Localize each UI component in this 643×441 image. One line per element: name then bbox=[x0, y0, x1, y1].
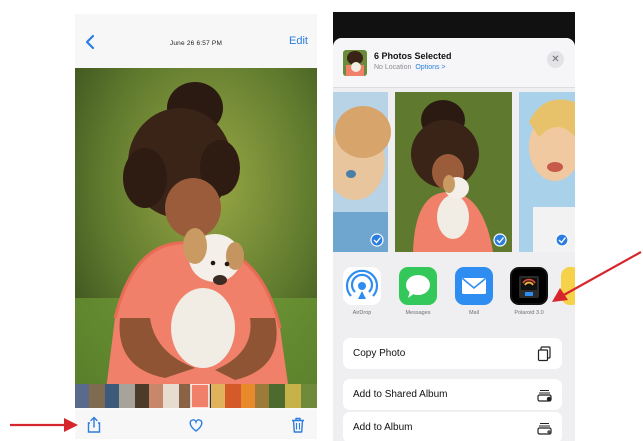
selection-thumbnail bbox=[343, 50, 367, 76]
mail-icon bbox=[455, 267, 493, 305]
annotation-arrow-icon bbox=[10, 418, 78, 432]
messages-icon bbox=[399, 267, 437, 305]
bottom-toolbar bbox=[75, 410, 317, 439]
navigation-bar: June 26 6:57 PM Edit bbox=[75, 14, 317, 68]
app-label: AirDrop bbox=[352, 310, 372, 316]
app-label: Messages bbox=[405, 310, 431, 316]
app-label: Polaroid 3.0 bbox=[514, 310, 544, 316]
action-label: Add to Shared Album bbox=[353, 389, 448, 400]
photos-viewer-screen: June 26 6:57 PM Edit bbox=[75, 14, 317, 439]
share-apps-row: AirDrop Messages Mail Polaroid 3.0 bbox=[333, 267, 575, 327]
photo-timestamp: June 26 6:57 PM bbox=[169, 40, 223, 47]
share-icon[interactable] bbox=[85, 416, 103, 434]
options-link[interactable]: Options > bbox=[415, 64, 445, 71]
location-label: No Location bbox=[374, 64, 412, 71]
shared-album-icon bbox=[537, 389, 552, 402]
heart-icon[interactable] bbox=[187, 416, 205, 434]
share-sheet-screen: 6 Photos Selected No Location Options > ✕ bbox=[333, 12, 575, 441]
album-icon bbox=[537, 422, 552, 435]
close-button[interactable]: ✕ bbox=[547, 51, 564, 68]
share-app-polaroid[interactable]: Polaroid 3.0 bbox=[508, 267, 550, 316]
copy-photo-action[interactable]: Copy Photo bbox=[343, 338, 562, 369]
add-to-album-action[interactable]: Add to Album bbox=[343, 412, 562, 441]
selected-photo[interactable] bbox=[333, 92, 391, 252]
selection-title: 6 Photos Selected bbox=[374, 51, 452, 61]
action-label: Copy Photo bbox=[353, 348, 406, 359]
app-label: Mail bbox=[468, 310, 480, 316]
main-photo bbox=[75, 68, 317, 398]
trash-icon[interactable] bbox=[289, 416, 307, 434]
selection-subtitle: No Location Options > bbox=[374, 64, 446, 71]
edit-button[interactable]: Edit bbox=[289, 35, 308, 47]
selected-photos-row[interactable] bbox=[333, 92, 575, 252]
selected-photo[interactable] bbox=[519, 92, 575, 252]
share-app-mail[interactable]: Mail bbox=[453, 267, 495, 316]
share-sheet-header: 6 Photos Selected No Location Options > ✕ bbox=[333, 38, 575, 88]
polaroid-icon bbox=[510, 267, 548, 305]
annotation-arrow-icon bbox=[552, 251, 642, 302]
action-label: Add to Album bbox=[353, 422, 413, 433]
add-to-shared-album-action[interactable]: Add to Shared Album bbox=[343, 379, 562, 410]
share-sheet: 6 Photos Selected No Location Options > ✕ bbox=[333, 38, 575, 441]
selected-photo[interactable] bbox=[395, 92, 512, 252]
copy-icon bbox=[537, 346, 551, 362]
share-app-airdrop[interactable]: AirDrop bbox=[341, 267, 383, 316]
airdrop-icon bbox=[343, 267, 381, 305]
share-app-messages[interactable]: Messages bbox=[397, 267, 439, 316]
thumbnail-strip[interactable] bbox=[75, 384, 317, 408]
